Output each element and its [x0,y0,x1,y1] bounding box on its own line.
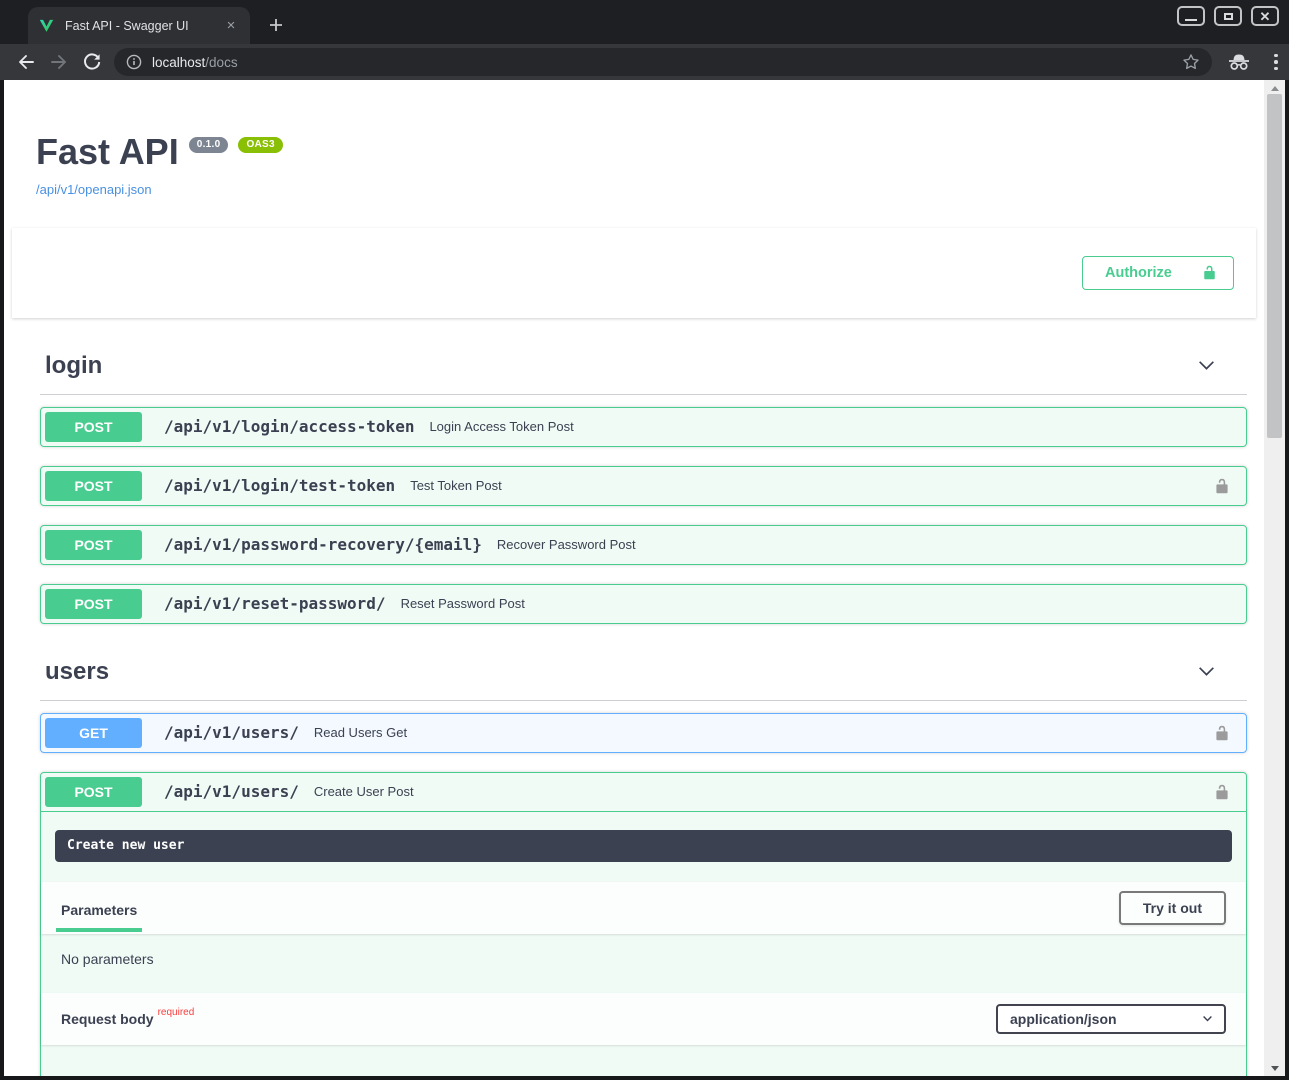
incognito-icon [1227,52,1251,72]
url-path: /docs [205,55,237,70]
try-it-out-button[interactable]: Try it out [1119,891,1226,925]
content-type-select[interactable]: application/json [996,1004,1226,1034]
endpoint-path: /api/v1/login/test-token [164,476,395,495]
authorize-label: Authorize [1105,265,1172,281]
unlock-icon [1214,476,1230,496]
tab-close-icon[interactable]: × [222,17,240,35]
info-icon[interactable] [126,54,142,70]
endpoint-row: GET /api/v1/users/ Read Users Get [40,713,1247,753]
auth-lock-button[interactable] [1214,476,1230,496]
endpoint-summary[interactable]: POST /api/v1/login/test-token Test Token… [41,467,1246,505]
back-icon[interactable] [16,52,36,72]
endpoint-summary-text: Login Access Token Post [429,419,573,434]
forward-icon[interactable] [49,52,69,72]
browser-toolbar: localhost/docs [0,44,1289,80]
url-host: localhost [152,55,205,70]
endpoint-path: /api/v1/users/ [164,723,299,742]
endpoint-path: /api/v1/users/ [164,782,299,801]
operation-body: Create new user Parameters Try it out No… [41,811,1246,1076]
request-body-label: Request body [61,1011,154,1027]
unlock-icon [1214,723,1230,743]
endpoint-row-expanded: POST /api/v1/users/ Create User Post Cre… [40,772,1247,1076]
oas3-badge: OAS3 [238,137,282,153]
page-viewport: Fast API 0.1.0 OAS3 /api/v1/openapi.json… [4,80,1285,1076]
version-badge: 0.1.0 [189,137,229,153]
endpoint-path: /api/v1/reset-password/ [164,594,386,613]
openapi-spec-link[interactable]: /api/v1/openapi.json [36,182,152,197]
model-example: Example Value Schema { [41,1045,1246,1076]
browser-tab[interactable]: Fast API - Swagger UI × [28,7,250,44]
url-bar[interactable]: localhost/docs [114,48,1212,76]
endpoint-row: POST /api/v1/login/test-token Test Token… [40,466,1247,506]
endpoint-path: /api/v1/password-recovery/{email} [164,535,482,554]
tag-header-login[interactable]: login [40,344,1247,395]
scheme-container: Authorize [12,228,1256,318]
chevron-down-icon[interactable] [1196,661,1217,682]
tag-section-login: login POST /api/v1/login/access-token Lo… [40,344,1247,624]
tab-title: Fast API - Swagger UI [65,19,222,33]
required-flag: required [158,1007,195,1018]
content-type-value: application/json [1010,1011,1117,1027]
tag-header-users[interactable]: users [40,650,1247,701]
api-info: Fast API 0.1.0 OAS3 /api/v1/openapi.json [36,133,1232,199]
endpoint-summary[interactable]: POST /api/v1/password-recovery/{email} R… [41,526,1246,564]
endpoint-row: POST /api/v1/reset-password/ Reset Passw… [40,584,1247,624]
scroll-down-arrow-icon[interactable] [1264,1060,1285,1076]
method-badge: POST [45,530,142,560]
tag-name: users [45,658,109,686]
endpoint-summary-text: Read Users Get [314,725,407,740]
tag-section-users: users GET /api/v1/users/ Read Users Get [40,650,1247,1076]
url-text[interactable]: localhost/docs [152,55,1182,70]
endpoint-summary[interactable]: POST /api/v1/users/ Create User Post [41,773,1246,811]
endpoint-summary-text: Recover Password Post [497,537,636,552]
method-badge: GET [45,718,142,748]
browser-titlebar: Fast API - Swagger UI × ✕ [0,0,1289,44]
endpoint-summary-text: Test Token Post [410,478,502,493]
plus-icon [268,17,284,33]
swagger-ui: Fast API 0.1.0 OAS3 /api/v1/openapi.json… [4,80,1264,1076]
method-badge: POST [45,471,142,501]
operation-description: Create new user [55,830,1232,862]
page-title: Fast API [36,133,179,171]
endpoint-summary[interactable]: GET /api/v1/users/ Read Users Get [41,714,1246,752]
auth-lock-button[interactable] [1214,782,1230,802]
page-scrollbar[interactable] [1264,80,1285,1076]
endpoint-summary[interactable]: POST /api/v1/reset-password/ Reset Passw… [41,585,1246,623]
maximize-button[interactable] [1214,6,1242,26]
endpoint-path: /api/v1/login/access-token [164,417,414,436]
browser-menu-icon[interactable] [1267,52,1285,72]
minimize-button[interactable] [1177,6,1205,26]
tag-name: login [45,352,102,380]
endpoint-summary-text: Create User Post [314,784,414,799]
window-controls: ✕ [1177,6,1279,26]
bookmark-star-icon[interactable] [1182,53,1200,71]
no-parameters-text: No parameters [41,934,1246,993]
unlock-icon [1214,782,1230,802]
method-badge: POST [45,412,142,442]
method-badge: POST [45,589,142,619]
parameters-header: Parameters Try it out [41,882,1246,934]
favicon-icon [38,17,55,34]
method-badge: POST [45,777,142,807]
chevron-down-icon [1201,1012,1214,1025]
refresh-icon[interactable] [82,52,102,72]
auth-lock-button[interactable] [1214,723,1230,743]
authorize-button[interactable]: Authorize [1082,256,1234,290]
request-body-header: Request body required application/json [41,993,1246,1045]
endpoint-row: POST /api/v1/password-recovery/{email} R… [40,525,1247,565]
endpoint-summary[interactable]: POST /api/v1/login/access-token Login Ac… [41,408,1246,446]
close-button[interactable]: ✕ [1251,6,1279,26]
chevron-down-icon[interactable] [1196,355,1217,376]
scrollbar-thumb[interactable] [1267,94,1282,438]
endpoint-summary-text: Reset Password Post [401,596,525,611]
unlock-icon [1202,264,1217,281]
endpoint-row: POST /api/v1/login/access-token Login Ac… [40,407,1247,447]
new-tab-button[interactable] [264,13,288,37]
tab-parameters[interactable]: Parameters [61,884,137,932]
